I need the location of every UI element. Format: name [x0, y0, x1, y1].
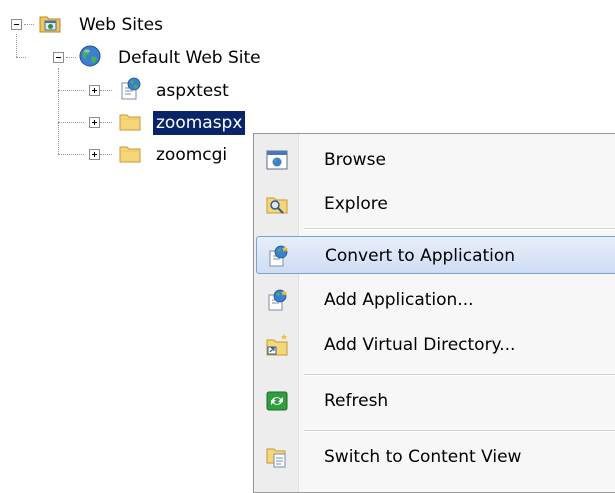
- add-vdir-icon: [265, 333, 289, 357]
- tree-node-label: aspxtest: [156, 81, 229, 101]
- expand-toggle[interactable]: [89, 149, 100, 160]
- tree-node-web-sites[interactable]: Web Sites: [76, 11, 166, 39]
- tree-line: [58, 68, 59, 154]
- menu-item-switch-to-content-view[interactable]: Switch to Content View: [256, 438, 615, 476]
- application-icon: [118, 77, 142, 101]
- menu-item-refresh[interactable]: Refresh: [256, 382, 615, 420]
- tree-line: [24, 24, 34, 25]
- menu-item-label: Add Application...: [324, 290, 474, 310]
- menu-item-label: Browse: [324, 150, 386, 170]
- tree-node-label: Default Web Site: [118, 48, 261, 68]
- convert-app-icon: [266, 244, 290, 268]
- tree-node-default-web-site[interactable]: Default Web Site: [115, 44, 264, 72]
- menu-item-add-virtual-directory[interactable]: Add Virtual Directory...: [256, 326, 615, 364]
- tree-line: [58, 90, 84, 91]
- add-app-icon: [265, 288, 289, 312]
- tree-line: [16, 57, 26, 58]
- context-menu: Browse Explore Convert to Application Ad…: [253, 133, 615, 493]
- tree-line: [100, 122, 112, 123]
- menu-item-browse[interactable]: Browse: [256, 141, 615, 179]
- explore-icon: [265, 192, 289, 216]
- tree-node-aspxtest[interactable]: aspxtest: [153, 77, 232, 105]
- menu-item-explore[interactable]: Explore: [256, 185, 615, 223]
- tree-line: [66, 57, 76, 58]
- menu-item-add-application[interactable]: Add Application...: [256, 281, 615, 319]
- tree-node-label: zoomaspx: [153, 111, 246, 135]
- tree-line: [100, 90, 112, 91]
- web-sites-folder-icon: [38, 11, 62, 35]
- menu-item-label: Refresh: [324, 391, 389, 411]
- tree-node-zoomaspx[interactable]: zoomaspx: [153, 109, 246, 137]
- globe-icon: [78, 44, 102, 68]
- collapse-toggle[interactable]: [11, 19, 22, 30]
- content-view-icon: [265, 445, 289, 469]
- expand-toggle[interactable]: [89, 117, 100, 128]
- tree-node-label: zoomcgi: [156, 145, 228, 165]
- folder-icon: [118, 141, 142, 165]
- menu-item-label: Add Virtual Directory...: [324, 335, 516, 355]
- tree-line: [100, 154, 112, 155]
- tree-line: [58, 154, 84, 155]
- menu-separator: [304, 374, 615, 376]
- refresh-icon: [265, 389, 289, 413]
- menu-separator: [304, 228, 615, 230]
- menu-item-label: Switch to Content View: [324, 447, 522, 467]
- tree-line: [16, 34, 17, 57]
- tree-node-zoomcgi[interactable]: zoomcgi: [153, 141, 230, 169]
- menu-item-label: Convert to Application: [325, 246, 516, 266]
- menu-item-convert-to-application[interactable]: Convert to Application: [256, 236, 615, 274]
- collapse-toggle[interactable]: [53, 52, 64, 63]
- expand-toggle[interactable]: [89, 85, 100, 96]
- folder-icon: [118, 109, 142, 133]
- menu-item-label: Explore: [324, 194, 388, 214]
- tree-node-label: Web Sites: [79, 15, 163, 35]
- browse-icon: [265, 148, 289, 172]
- tree-line: [58, 122, 84, 123]
- menu-separator: [304, 430, 615, 432]
